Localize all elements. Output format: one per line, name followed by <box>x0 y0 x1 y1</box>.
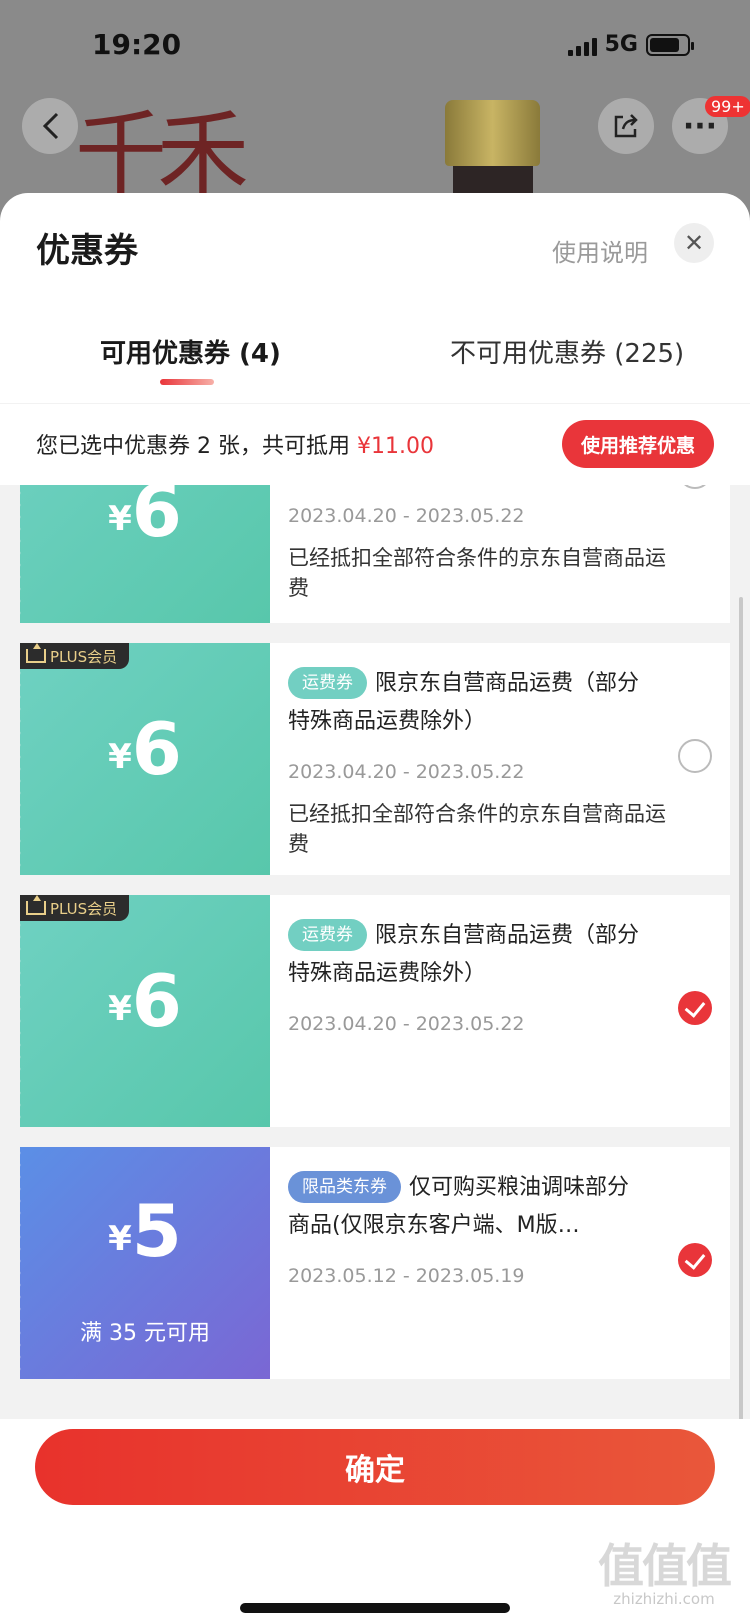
coupon-type-tag: 限品类东券 <box>288 1171 401 1203</box>
coupon-date: 2023.04.20 - 2023.05.22 <box>288 761 525 783</box>
coupon-amount: 6 <box>131 707 182 791</box>
share-button[interactable] <box>598 98 654 154</box>
coupon-value-panel: PLUS会员 ¥6 <box>20 895 270 1127</box>
coupon-value-panel: ¥6 <box>20 485 270 623</box>
coupon-date: 2023.05.12 - 2023.05.19 <box>288 1265 525 1287</box>
coupon-type-tag: 运费券 <box>288 667 367 699</box>
home-indicator <box>240 1603 510 1613</box>
site-watermark: 值值值 zhizhizhi.com <box>598 1539 732 1608</box>
coupon-select-radio-checked[interactable] <box>678 1243 712 1277</box>
coupon-select-radio[interactable] <box>678 739 712 773</box>
use-recommended-button[interactable]: 使用推荐优惠 <box>562 420 714 468</box>
coupon-amount: 6 <box>131 485 182 553</box>
coupon-value-panel: PLUS会员 ¥6 <box>20 643 270 875</box>
coupon-card[interactable]: PLUS会员 ¥6 运费券 限京东自营商品运费（部分特殊商品运费除外） 2023.… <box>20 895 730 1127</box>
chevron-left-icon <box>42 112 59 140</box>
coupon-amount: 5 <box>131 1189 182 1273</box>
active-tab-indicator <box>160 379 214 385</box>
network-label: 5G <box>604 32 638 57</box>
plus-member-badge: PLUS会员 <box>20 895 130 921</box>
sheet-title: 优惠券 <box>36 231 138 271</box>
coupon-amount: 6 <box>131 959 182 1043</box>
coupon-card[interactable]: ¥6 2023.04.20 - 2023.05.22 已经抵扣全部符合条件的京东… <box>20 485 730 623</box>
coupon-desc: 已经抵扣全部符合条件的京东自营商品运费 <box>288 546 666 600</box>
status-time: 19:20 <box>92 28 182 61</box>
coupon-desc: 已经抵扣全部符合条件的京东自营商品运费 <box>288 802 666 856</box>
coupon-list[interactable]: ¥6 2023.04.20 - 2023.05.22 已经抵扣全部符合条件的京东… <box>0 485 750 1463</box>
coupon-value-panel: ¥5 满 35 元可用 <box>20 1147 270 1379</box>
coupon-tabs: 可用优惠券 (4) 不可用优惠券 (225) <box>0 313 750 393</box>
signal-icon <box>567 34 597 56</box>
crown-icon <box>26 643 46 663</box>
coupon-card[interactable]: ¥5 满 35 元可用 限品类东券 仅可购买粮油调味部分商品(仅限京东客户端、M版… <box>20 1147 730 1379</box>
coupon-sheet: 优惠券 使用说明 ✕ 可用优惠券 (4) 不可用优惠券 (225) 您已选中优惠… <box>0 193 750 1624</box>
status-bar: 19:20 5G <box>0 0 750 90</box>
notification-badge: 99+ <box>705 96 750 117</box>
coupon-card[interactable]: PLUS会员 ¥6 运费券 限京东自营商品运费（部分特殊商品运费除外） 2023.… <box>20 643 730 875</box>
tab-available[interactable]: 可用优惠券 (4) <box>100 333 281 370</box>
coupon-date: 2023.04.20 - 2023.05.22 <box>288 1013 525 1035</box>
share-icon <box>614 114 638 138</box>
battery-icon <box>646 33 694 56</box>
coupon-select-radio[interactable] <box>678 485 712 489</box>
scrollbar[interactable] <box>739 597 743 1457</box>
coupon-condition: 满 35 元可用 <box>80 1321 210 1346</box>
confirm-button[interactable]: 确定 <box>35 1429 715 1505</box>
close-icon: ✕ <box>683 229 705 257</box>
close-button[interactable]: ✕ <box>674 223 714 263</box>
crown-icon <box>26 895 46 915</box>
summary-amount: ¥11.00 <box>356 434 434 459</box>
coupon-date: 2023.04.20 - 2023.05.22 <box>288 505 525 527</box>
coupon-type-tag: 运费券 <box>288 919 367 951</box>
back-button[interactable] <box>22 98 78 154</box>
coupon-select-radio-checked[interactable] <box>678 991 712 1025</box>
selection-summary: 您已选中优惠券 2 张，共可抵用 ¥11.00 使用推荐优惠 <box>0 403 750 481</box>
usage-instructions-link[interactable]: 使用说明 <box>552 233 648 268</box>
summary-text: 您已选中优惠券 2 张，共可抵用 <box>36 434 357 459</box>
plus-member-badge: PLUS会员 <box>20 643 130 669</box>
tab-unavailable[interactable]: 不可用优惠券 (225) <box>450 333 684 370</box>
